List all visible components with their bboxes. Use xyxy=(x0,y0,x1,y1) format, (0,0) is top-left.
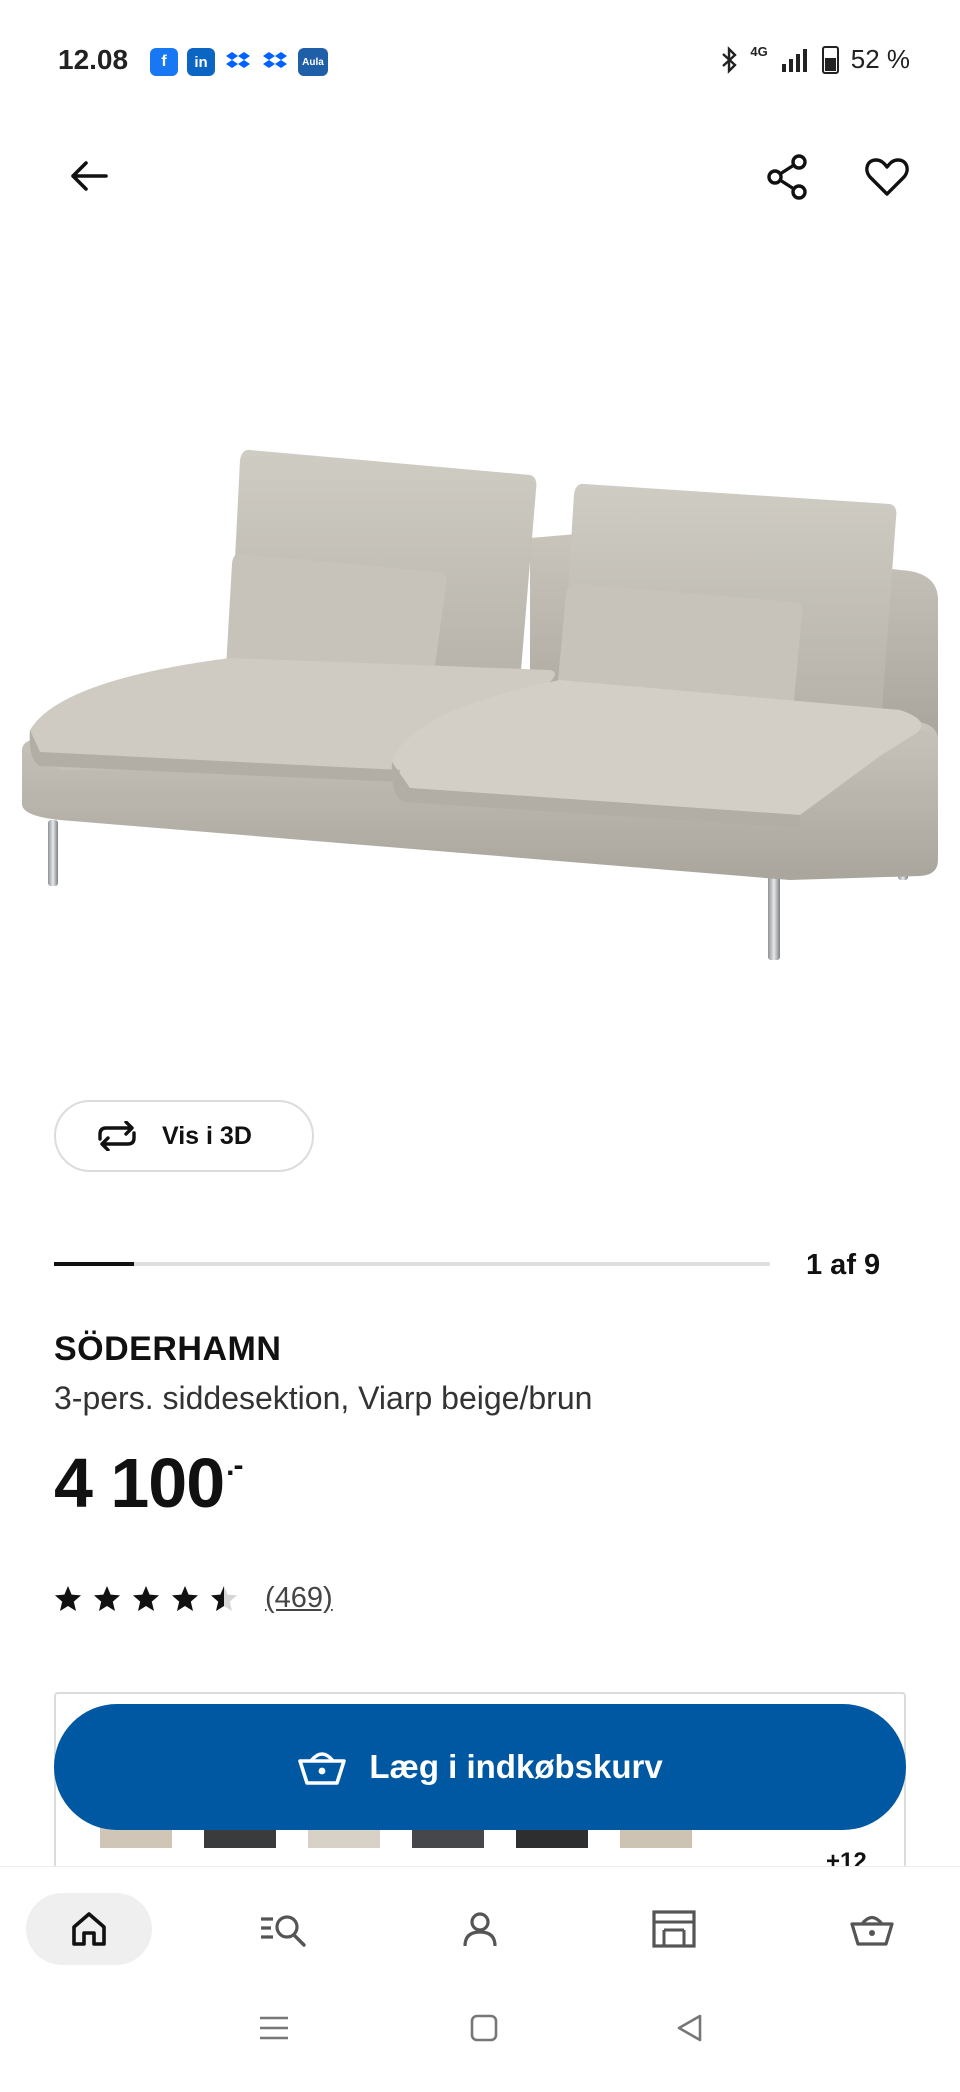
tab-profile[interactable] xyxy=(446,1893,514,1965)
status-bar: 12.08 f in Aula 4G 52 % xyxy=(0,0,960,125)
sofa-illustration xyxy=(22,449,938,960)
tab-stores[interactable] xyxy=(640,1893,708,1965)
home-icon xyxy=(72,1912,106,1946)
signal-icon xyxy=(781,48,807,72)
price-suffix: .- xyxy=(226,1449,243,1482)
product-price: 4 100.- xyxy=(54,1443,244,1523)
rating-stars xyxy=(54,1585,238,1613)
star-icon xyxy=(55,1585,81,1611)
tab-home[interactable] xyxy=(26,1893,152,1965)
recent-apps-icon[interactable] xyxy=(258,2012,290,2044)
linkedin-icon: in xyxy=(187,48,215,76)
add-to-cart-button[interactable]: Læg i indkøbskurv xyxy=(54,1704,906,1830)
battery-icon xyxy=(821,45,839,74)
system-navigation-bar xyxy=(0,1984,960,2092)
share-button[interactable] xyxy=(764,152,814,202)
star-icon xyxy=(172,1585,198,1611)
price-value: 4 100 xyxy=(54,1444,225,1522)
carousel-position: 1 af 9 xyxy=(806,1249,881,1281)
product-rating[interactable]: (469) xyxy=(54,1582,333,1615)
status-time: 12.08 xyxy=(58,44,129,75)
notification-icons: f in Aula xyxy=(150,48,328,76)
facebook-icon: f xyxy=(150,48,178,76)
battery-level: 52 % xyxy=(850,44,910,74)
profile-icon xyxy=(463,1912,497,1947)
dropbox-icon xyxy=(224,48,252,76)
carousel-progress-fill xyxy=(54,1262,134,1266)
share-icon xyxy=(767,154,807,200)
back-nav-icon[interactable] xyxy=(674,2012,706,2044)
product-name: SÖDERHAMN xyxy=(54,1330,282,1368)
network-type: 4G xyxy=(750,44,768,59)
view-3d-label: Vis i 3D xyxy=(162,1121,252,1150)
basket-icon xyxy=(298,1752,347,1785)
heart-icon xyxy=(865,158,909,196)
bluetooth-icon xyxy=(722,45,738,74)
status-indicators: 4G 52 % xyxy=(720,44,910,75)
store-icon xyxy=(652,1910,696,1948)
home-button-icon[interactable] xyxy=(468,2012,500,2044)
add-to-cart-label: Læg i indkøbskurv xyxy=(369,1748,663,1785)
aula-icon: Aula xyxy=(298,48,328,76)
review-count-link[interactable]: (469) xyxy=(265,1582,333,1615)
star-icon xyxy=(133,1585,159,1611)
star-icon xyxy=(211,1585,237,1611)
basket-icon xyxy=(850,1915,894,1946)
tab-cart[interactable] xyxy=(838,1893,906,1965)
dropbox-icon xyxy=(261,48,289,76)
product-description: 3-pers. siddesektion, Viarp beige/brun xyxy=(54,1380,593,1416)
search-icon xyxy=(261,1915,306,1947)
favorite-button[interactable] xyxy=(862,152,912,202)
bottom-tab-bar xyxy=(0,1866,960,1984)
arrow-left-icon xyxy=(71,161,108,191)
view-3d-button[interactable]: Vis i 3D xyxy=(54,1100,314,1172)
star-icon xyxy=(94,1585,120,1611)
rotate-3d-icon xyxy=(98,1121,136,1151)
carousel-progress xyxy=(54,1262,770,1266)
back-button[interactable] xyxy=(66,152,114,200)
tab-search[interactable] xyxy=(250,1893,318,1965)
product-image[interactable] xyxy=(0,420,960,1020)
